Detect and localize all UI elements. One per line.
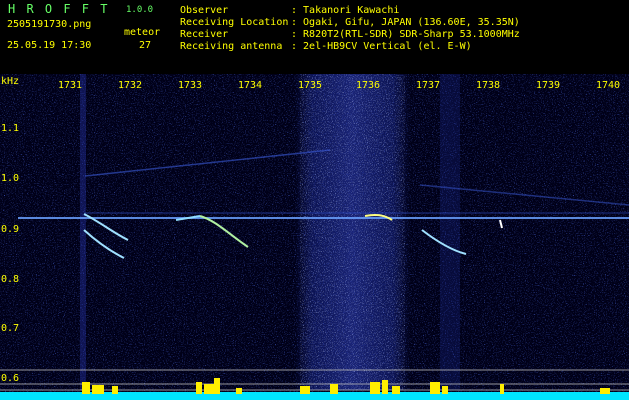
y-tick-label: 1.0 [1, 173, 20, 184]
x-tick-label: 1733 [178, 80, 203, 91]
x-tick-label: 1736 [356, 80, 381, 91]
y-tick-label: 0.8 [1, 274, 20, 285]
location-label: Receiving Location [180, 17, 289, 28]
y-tick-label: 0.9 [1, 224, 20, 235]
x-tick-label: 1731 [58, 80, 83, 91]
x-tick-label: 1734 [238, 80, 263, 91]
header-panel: H R O F F T 1.0.0 2505191730.png meteor … [0, 0, 629, 74]
app-name: H R O F F T [8, 2, 110, 16]
x-tick-label: 1732 [118, 80, 143, 91]
x-tick-label: 1738 [476, 80, 501, 91]
vertical-streak [440, 74, 460, 390]
observation-datetime: 25.05.19 17:30 [7, 40, 92, 51]
y-tick-label: 1.1 [1, 123, 20, 134]
location-value: : Ogaki, Gifu, JAPAN (136.60E, 35.35N) [291, 17, 520, 28]
y-unit-label: kHz [1, 76, 20, 87]
y-tick-label: 0.6 [1, 373, 20, 384]
meteor-label: meteor [124, 27, 161, 38]
antenna-value: : 2el-HB9CV Vertical (el. E-W) [291, 41, 472, 52]
x-tick-label: 1735 [298, 80, 323, 91]
receiver-label: Receiver [180, 29, 229, 40]
file-name: 2505191730.png [7, 19, 92, 30]
observer-value: : Takanori Kawachi [291, 5, 400, 16]
interference-speckle [300, 74, 405, 390]
observer-label: Observer [180, 5, 229, 16]
y-tick-label: 0.7 [1, 323, 20, 334]
x-tick-label: 1740 [596, 80, 621, 91]
receiver-value: : R820T2(RTL-SDR) SDR-Sharp 53.1000MHz [291, 29, 520, 40]
x-tick-label: 1737 [416, 80, 441, 91]
x-tick-label: 1739 [536, 80, 561, 91]
meteor-count: 27 [139, 40, 152, 51]
spectrogram [0, 74, 629, 400]
antenna-label: Receiving antenna [180, 41, 283, 52]
app-version: 1.0.0 [126, 5, 154, 15]
